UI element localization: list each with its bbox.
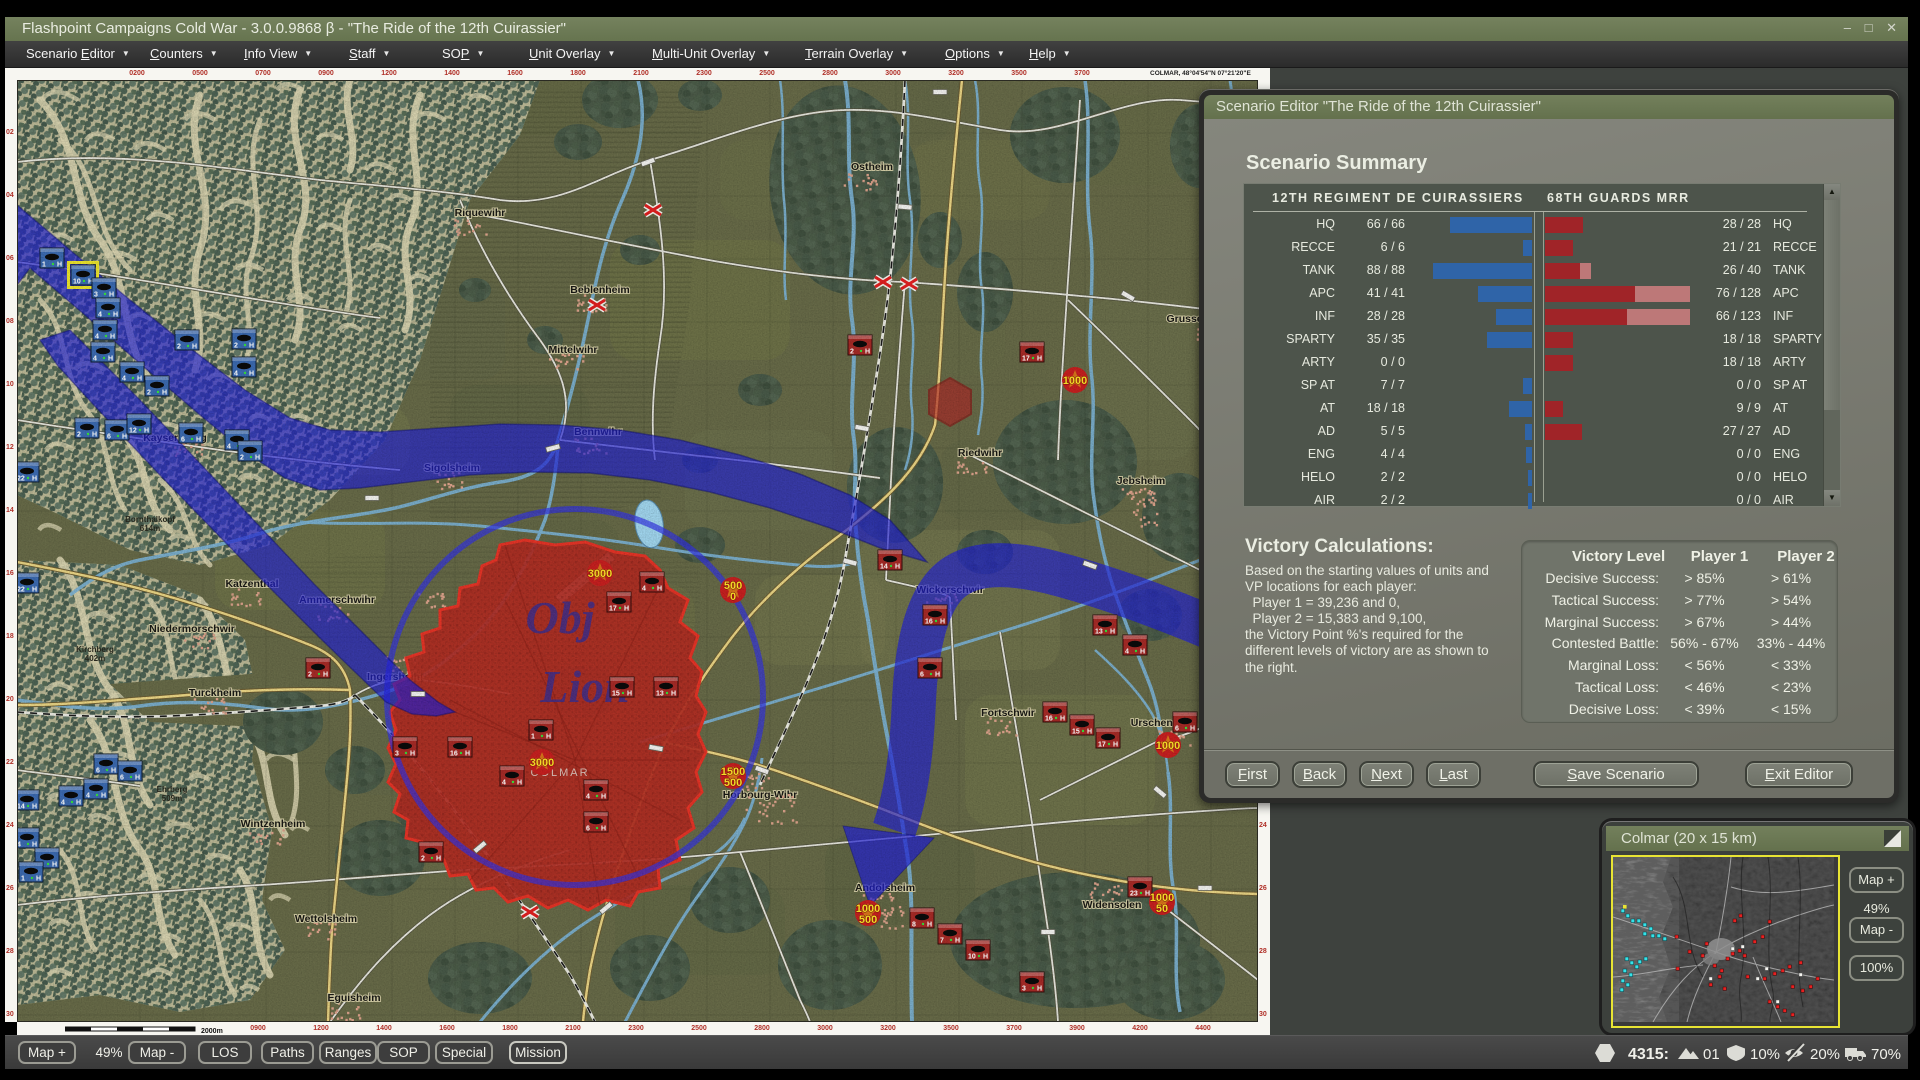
svg-text:2000m: 2000m bbox=[201, 1028, 223, 1034]
svg-text:4315:: 4315: bbox=[1628, 1046, 1669, 1063]
svg-text:20%: 20% bbox=[1810, 1046, 1840, 1063]
svg-text:10%: 10% bbox=[1750, 1046, 1780, 1063]
svg-text:01: 01 bbox=[1703, 1046, 1720, 1063]
svg-text:70%: 70% bbox=[1871, 1046, 1901, 1063]
